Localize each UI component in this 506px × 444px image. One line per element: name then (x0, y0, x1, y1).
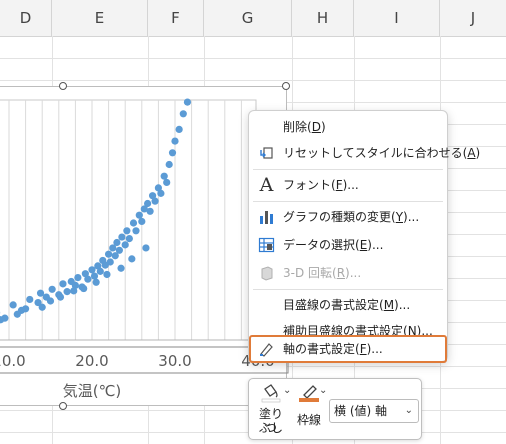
data-point[interactable] (92, 278, 100, 286)
menu-item-font[interactable]: A フォント(F)... (249, 171, 447, 199)
menu-item-delete[interactable]: 削除(D) (249, 113, 447, 141)
data-point[interactable] (84, 275, 92, 283)
format-axis-icon (260, 343, 273, 357)
data-point[interactable] (125, 235, 133, 243)
chevron-down-icon: ⌄ (404, 405, 413, 416)
data-point[interactable] (128, 255, 136, 263)
menu-item-format-axis[interactable]: 軸の書式設定(F)... (249, 335, 447, 363)
menu-item-format-gridlines-label: 目盛線の書式設定(M)... (283, 298, 411, 312)
menu-item-3d-rotation-label: 3-D 回転(R)... (283, 266, 362, 280)
data-point[interactable] (183, 98, 192, 106)
menu-item-select-data-label: データの選択(E)... (283, 238, 384, 252)
data-point[interactable] (13, 310, 21, 318)
data-point[interactable] (115, 246, 123, 254)
data-point[interactable] (132, 227, 140, 235)
3d-rotation-icon (261, 266, 273, 281)
menu-item-select-data[interactable]: データの選択(E)... (249, 231, 447, 259)
menu-item-3d-rotation: 3-D 回転(R)... (249, 259, 447, 287)
data-point[interactable] (121, 241, 129, 249)
outline-color-swatch (299, 398, 319, 402)
context-menu: 削除(D) リセットしてスタイルに合わせる(A) A フォント(F)... グラ… (248, 110, 480, 363)
data-point[interactable] (138, 217, 146, 226)
chart-resize-handle-top-right[interactable] (282, 82, 290, 90)
font-icon: A (259, 174, 274, 196)
x-tick-label[interactable]: 20.0 (75, 352, 108, 370)
menu-item-reset-style-label: リセットしてスタイルに合わせる(A) (283, 146, 481, 160)
chart-resize-handle-bottom-mid[interactable] (59, 402, 67, 410)
data-point[interactable] (160, 172, 168, 180)
data-point[interactable] (9, 301, 17, 309)
mini-toolbar: ⌄ 塗りつ ぶし ⌄ 枠線 横 (値) 軸 ⌄ (248, 378, 422, 440)
reset-icon (260, 147, 273, 159)
chart-element-select-value: 横 (値) 軸 (334, 404, 387, 418)
fill-label-line2: ぶし (258, 421, 283, 435)
data-point[interactable] (26, 295, 34, 304)
data-point[interactable] (59, 280, 67, 288)
menu-item-format-axis-label: 軸の書式設定(F)... (283, 342, 383, 356)
data-point[interactable] (113, 238, 121, 247)
menu-item-font-label: フォント(F)... (283, 178, 359, 192)
outline-dropdown-arrow[interactable]: ⌄ (319, 385, 327, 396)
data-point[interactable] (163, 178, 171, 187)
data-point[interactable] (46, 297, 55, 305)
data-point[interactable] (106, 258, 114, 266)
fill-button[interactable]: ⌄ 塗りつ ぶし (253, 383, 291, 437)
data-point[interactable] (48, 285, 56, 293)
data-point[interactable] (179, 110, 187, 118)
chart-element-select[interactable]: 横 (値) 軸 ⌄ (329, 399, 419, 423)
data-point[interactable] (175, 125, 183, 133)
data-point[interactable] (142, 244, 150, 252)
data-point[interactable] (22, 305, 30, 313)
chart-type-icon (260, 211, 273, 224)
data-point[interactable] (144, 199, 152, 208)
chart-resize-handle-top-mid[interactable] (59, 82, 67, 90)
select-data-icon (258, 237, 275, 253)
menu-item-delete-label: 削除(D) (283, 120, 326, 134)
data-point[interactable] (168, 149, 177, 157)
menu-separator (253, 169, 443, 170)
data-point[interactable] (135, 211, 143, 219)
menu-item-format-gridlines[interactable]: 目盛線の書式設定(M)... (249, 291, 447, 319)
menu-item-change-chart-type-label: グラフの種類の変更(Y)... (283, 210, 420, 224)
x-axis-title[interactable]: 気温(℃) (63, 382, 122, 400)
data-point[interactable] (56, 293, 65, 301)
x-tick-label[interactable]: 30.0 (158, 352, 191, 370)
data-point[interactable] (96, 267, 104, 275)
data-point[interactable] (103, 270, 111, 279)
data-point[interactable] (118, 233, 126, 241)
menu-separator (253, 289, 443, 290)
data-point[interactable] (171, 137, 179, 145)
data-point[interactable] (157, 189, 165, 197)
menu-item-reset-style[interactable]: リセットしてスタイルに合わせる(A) (249, 139, 480, 167)
menu-item-change-chart-type[interactable]: グラフの種類の変更(Y)... (249, 203, 447, 231)
data-point[interactable] (117, 264, 125, 272)
data-point[interactable] (74, 274, 82, 282)
data-point[interactable] (129, 219, 138, 227)
data-point[interactable] (80, 284, 88, 293)
data-point[interactable] (151, 197, 159, 205)
data-point[interactable] (90, 272, 99, 280)
x-tick-label[interactable]: 10.0 (0, 352, 26, 370)
data-point[interactable] (63, 288, 71, 296)
outline-label: 枠線 (296, 413, 321, 427)
data-point[interactable] (70, 287, 78, 295)
data-point[interactable] (123, 227, 131, 235)
outline-button[interactable]: ⌄ 枠線 (291, 383, 327, 437)
data-point[interactable] (165, 160, 173, 169)
menu-separator (253, 201, 443, 202)
data-point[interactable] (38, 303, 46, 311)
data-point[interactable] (146, 207, 154, 215)
data-point[interactable] (105, 250, 113, 258)
